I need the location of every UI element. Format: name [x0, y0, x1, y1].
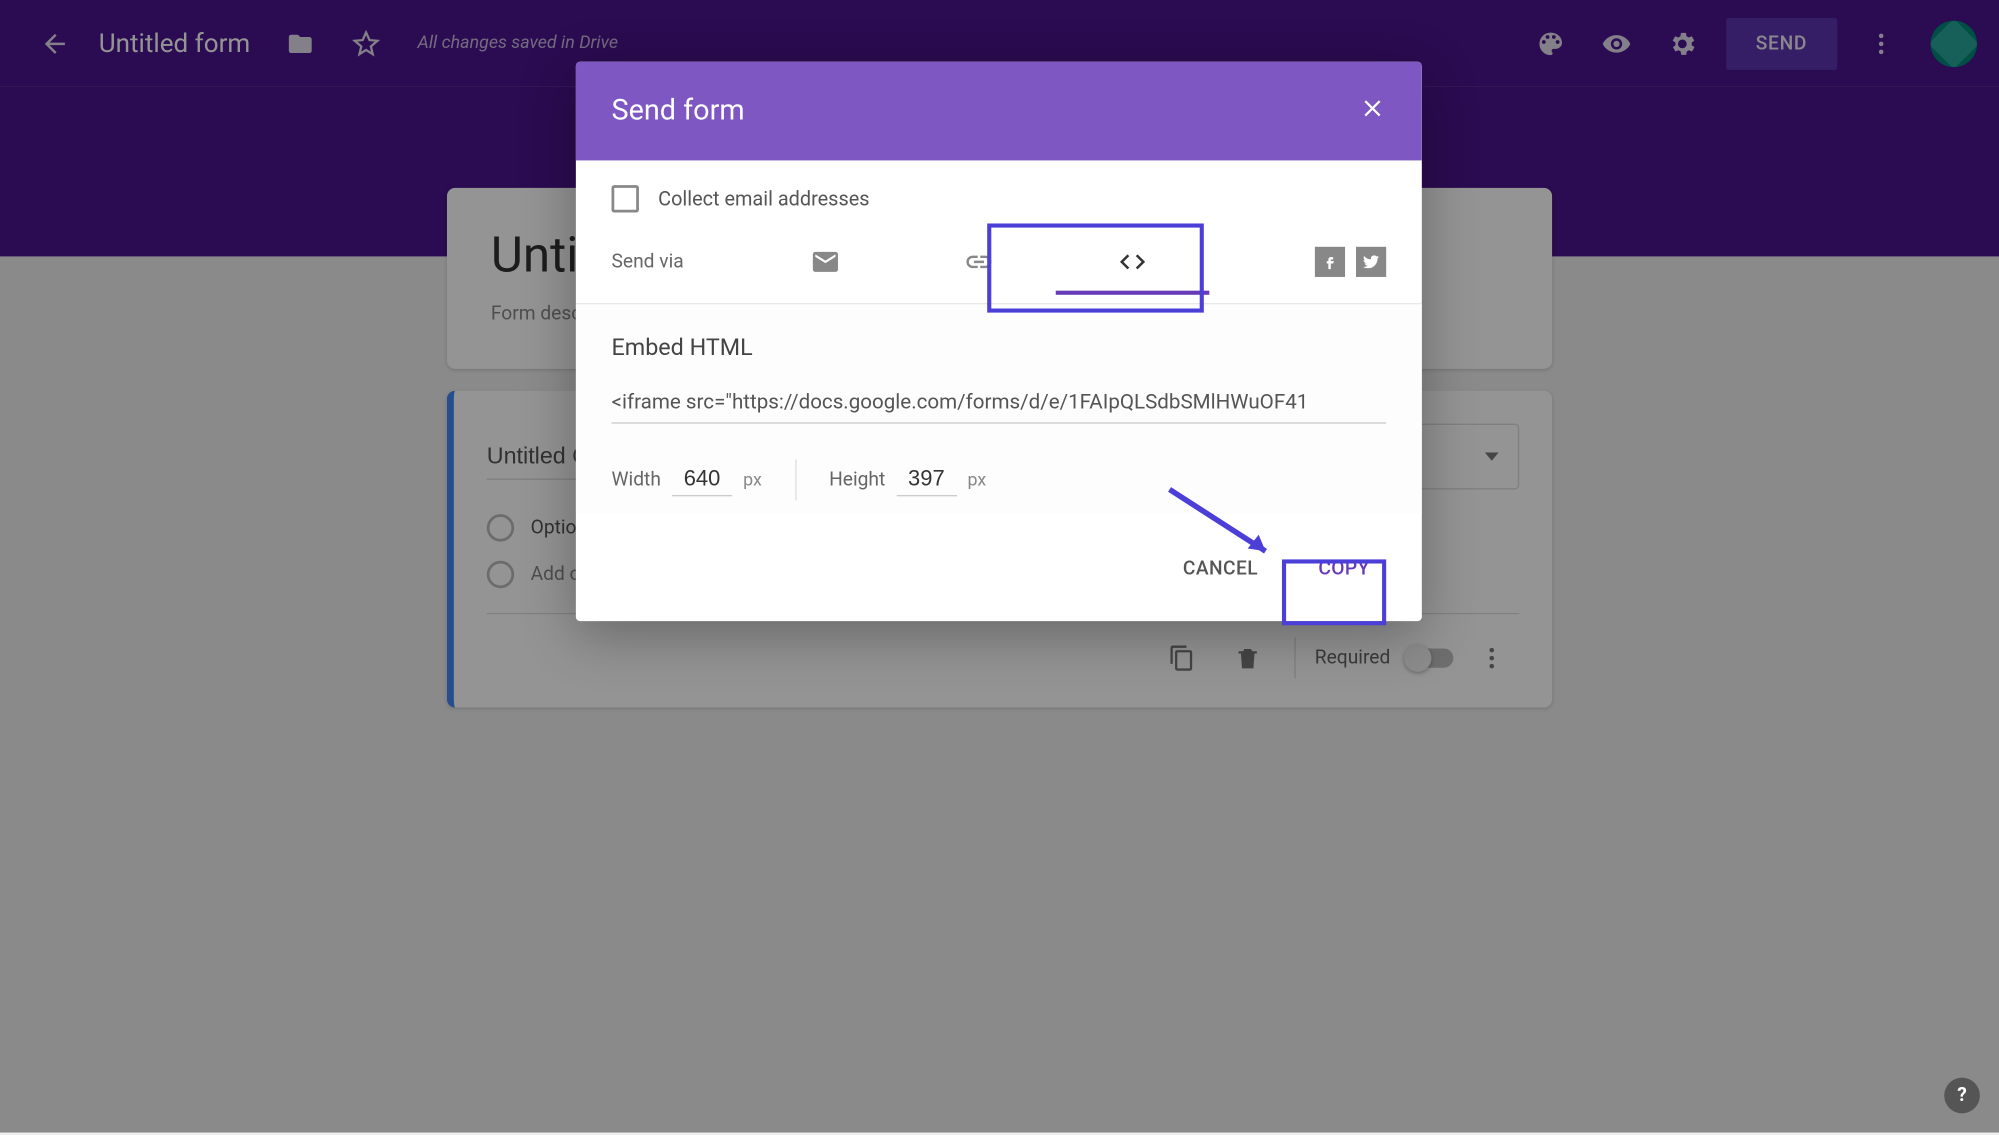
- send-via-tabs: [749, 234, 1315, 289]
- close-icon[interactable]: [1359, 95, 1386, 128]
- send-via-embed-tab[interactable]: [1056, 234, 1210, 289]
- height-label: Height: [829, 468, 885, 490]
- embed-code-field[interactable]: <iframe src="https://docs.google.com/for…: [612, 384, 1387, 424]
- facebook-share-icon[interactable]: [1315, 247, 1345, 277]
- px-label: px: [743, 470, 762, 491]
- width-input[interactable]: [672, 464, 732, 496]
- send-via-link-tab[interactable]: [902, 234, 1056, 289]
- twitter-share-icon[interactable]: [1356, 247, 1386, 277]
- collect-email-label: Collect email addresses: [658, 187, 869, 210]
- send-via-label: Send via: [612, 251, 749, 273]
- copy-button[interactable]: COPY: [1302, 547, 1386, 591]
- embed-html-title: Embed HTML: [612, 335, 1387, 362]
- collect-email-row[interactable]: Collect email addresses: [612, 185, 1387, 212]
- cancel-button[interactable]: CANCEL: [1166, 547, 1274, 591]
- px-label: px: [968, 470, 987, 491]
- divider: [795, 459, 796, 500]
- send-form-dialog: Send form Collect email addresses Send v…: [576, 62, 1422, 621]
- send-via-email-tab[interactable]: [749, 234, 903, 289]
- height-input[interactable]: [896, 464, 956, 496]
- dialog-header: Send form: [576, 62, 1422, 161]
- checkbox-icon[interactable]: [612, 185, 639, 212]
- width-label: Width: [612, 468, 661, 490]
- dialog-title: Send form: [612, 95, 1359, 128]
- help-icon[interactable]: ?: [1944, 1078, 1980, 1114]
